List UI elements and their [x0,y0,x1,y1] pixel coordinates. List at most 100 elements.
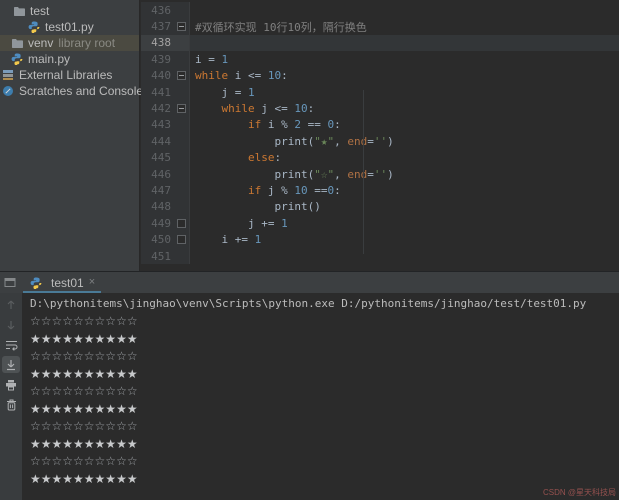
fold-end-icon[interactable] [177,219,186,228]
code-token: == [308,184,328,197]
tool-window-icon[interactable] [3,277,17,288]
editor-line[interactable]: 436 [141,2,619,18]
line-number[interactable]: 450 [141,231,173,247]
line-number[interactable]: 437 [141,18,173,34]
code-line[interactable]: i += 1 [190,231,619,247]
code-token: '' [374,168,387,181]
fold-gutter [173,35,190,51]
code-line[interactable]: if j % 10 ==0: [190,182,619,198]
code-token: : [281,69,288,82]
code-line[interactable]: if i % 2 == 0: [190,117,619,133]
tree-item-scratches-and-consoles[interactable]: Scratches and Consoles [0,83,139,99]
tree-item-test[interactable]: test [0,3,139,19]
print-button[interactable] [2,376,20,393]
code-line[interactable]: while i <= 10: [190,68,619,84]
line-number[interactable]: 446 [141,166,173,182]
fold-gutter[interactable] [173,18,190,34]
clear-all-button[interactable] [2,396,20,413]
code-line[interactable]: else: [190,150,619,166]
tree-item-main-py[interactable]: main.py [0,51,139,67]
tree-item-label: Scratches and Consoles [19,84,149,98]
editor-line[interactable]: 449 j += 1 [141,215,619,231]
line-number[interactable]: 442 [141,100,173,116]
code-line[interactable] [190,35,619,51]
editor-line[interactable]: 444 print("★", end='') [141,133,619,149]
folder-icon [12,5,26,18]
scroll-to-end-button[interactable] [2,356,20,373]
line-number[interactable]: 448 [141,199,173,215]
code-token: == [301,118,328,131]
editor-line[interactable]: 447 if j % 10 ==0: [141,182,619,198]
code-token: "★" [314,135,334,148]
line-number[interactable]: 441 [141,84,173,100]
editor-line[interactable]: 439 i = 1 [141,51,619,67]
console-output-line: ☆☆☆☆☆☆☆☆☆☆ [30,313,619,331]
code-line[interactable]: while j <= 10: [190,100,619,116]
line-number[interactable]: 439 [141,51,173,67]
editor-line[interactable]: 450 i += 1 [141,231,619,247]
line-number[interactable]: 449 [141,215,173,231]
code-line[interactable]: j += 1 [190,215,619,231]
fold-gutter[interactable] [173,215,190,231]
tree-item-test01-py[interactable]: test01.py [0,19,139,35]
line-number[interactable]: 440 [141,68,173,84]
code-line[interactable]: print() [190,199,619,215]
line-number[interactable]: 445 [141,150,173,166]
code-line[interactable]: print("★", end='') [190,133,619,149]
editor-line[interactable]: 442 while j <= 10: [141,100,619,116]
code-token: if [248,118,261,131]
down-stack-trace-button[interactable] [2,316,20,333]
editor-line[interactable]: 445 else: [141,150,619,166]
line-number[interactable]: 438 [141,35,173,51]
tree-item-external-libraries[interactable]: External Libraries [0,67,139,83]
fold-gutter [173,166,190,182]
console-output[interactable]: D:\pythonitems\jinghao\venv\Scripts\pyth… [22,293,619,500]
tree-item-label: External Libraries [19,68,112,82]
pycharm-window: testtest01.pyvenvlibrary rootmain.pyExte… [0,0,619,500]
code-line[interactable]: j = 1 [190,84,619,100]
editor-line[interactable]: 438 [141,35,619,51]
code-line[interactable] [190,248,619,264]
tree-item-venv[interactable]: venvlibrary root [0,35,139,51]
console-toolbar [0,293,22,500]
code-token: j <= [255,102,295,115]
editor-line[interactable]: 448 print() [141,199,619,215]
code-line[interactable]: #双循环实现 10行10列，隔行换色 [190,18,619,34]
console-tab-bar: test01 × [0,272,619,293]
editor-line[interactable]: 451 [141,248,619,264]
line-number[interactable]: 444 [141,133,173,149]
fold-gutter[interactable] [173,68,190,84]
libraries-icon [1,69,15,82]
line-number[interactable]: 436 [141,2,173,18]
line-number[interactable]: 447 [141,182,173,198]
up-stack-trace-button[interactable] [2,296,20,313]
code-token: 1 [222,53,229,66]
code-line[interactable]: print("☆", end='') [190,166,619,182]
close-tab-icon[interactable]: × [89,277,95,288]
editor-line[interactable]: 437 #双循环实现 10行10列，隔行换色 [141,18,619,34]
console-output-line: ☆☆☆☆☆☆☆☆☆☆ [30,348,619,366]
line-number[interactable]: 443 [141,117,173,133]
editor-line[interactable]: 441 j = 1 [141,84,619,100]
editor-line[interactable]: 446 print("☆", end='') [141,166,619,182]
fold-gutter [173,133,190,149]
editor-line[interactable]: 443 if i % 2 == 0: [141,117,619,133]
code-token: end [347,168,367,181]
fold-gutter[interactable] [173,100,190,116]
fold-gutter[interactable] [173,231,190,247]
line-number[interactable]: 451 [141,248,173,264]
fold-collapse-icon[interactable] [177,104,186,113]
code-line[interactable]: i = 1 [190,51,619,67]
fold-end-icon[interactable] [177,235,186,244]
run-tab-test01[interactable]: test01 × [23,272,101,293]
fold-collapse-icon[interactable] [177,71,186,80]
run-tab-label: test01 [51,276,84,290]
python-file-icon [29,276,43,289]
fold-collapse-icon[interactable] [177,22,186,31]
editor-line[interactable]: 440 while i <= 10: [141,68,619,84]
code-token: j += [195,217,281,230]
soft-wrap-button[interactable] [2,336,20,353]
code-line[interactable] [190,2,619,18]
code-editor[interactable]: 436437 #双循环实现 10行10列，隔行换色 438439 i = 1 440 wh… [141,0,619,271]
console-output-line: ☆☆☆☆☆☆☆☆☆☆ [30,453,619,471]
